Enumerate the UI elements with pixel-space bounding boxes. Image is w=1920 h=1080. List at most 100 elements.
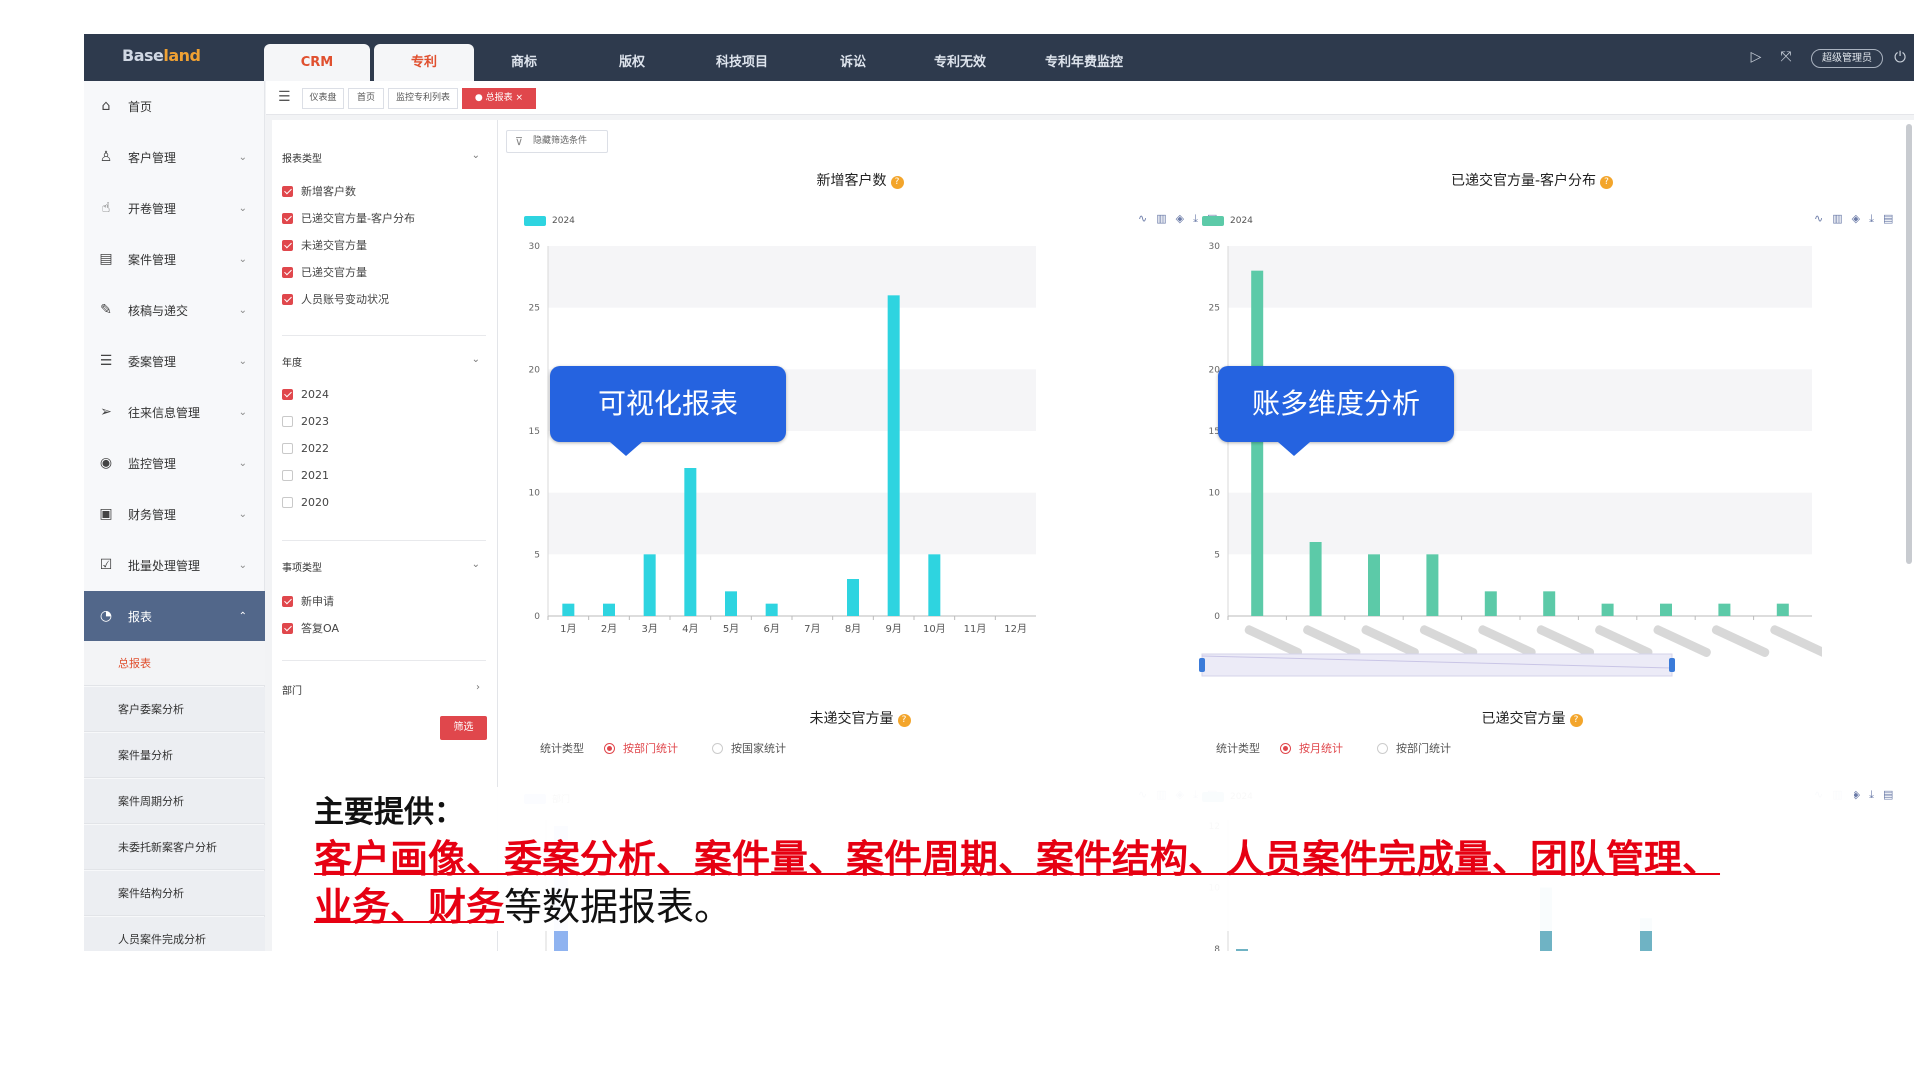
tab-monitor-patent-list[interactable]: 监控专利列表 xyxy=(388,88,458,109)
y-tick-label: 15 xyxy=(529,427,540,437)
sidebar-item-customers[interactable]: ♙ 客户管理 ⌄ xyxy=(84,132,265,182)
filter-year-header[interactable]: 年度 ⌄ xyxy=(282,354,486,369)
bar-chart-icon[interactable]: ▥ xyxy=(1156,212,1175,225)
bar[interactable] xyxy=(1426,554,1439,616)
admin-user-button[interactable]: 超级管理员 xyxy=(1811,49,1883,68)
bar[interactable] xyxy=(847,579,859,616)
sidebar-sub-case-cycle[interactable]: 案件周期分析 xyxy=(84,779,265,824)
bar[interactable] xyxy=(1484,591,1497,616)
sidebar-item-review-submit[interactable]: ✎ 核稿与递交 ⌄ xyxy=(84,285,265,335)
checkbox-year-2022[interactable]: 2022 xyxy=(282,442,329,455)
checkbox-unsubmitted[interactable]: 未递交官方量 xyxy=(282,237,367,253)
bar[interactable] xyxy=(1601,603,1614,616)
fullscreen-icon[interactable]: ⤧ xyxy=(1778,49,1794,65)
top-tab-litigation[interactable]: 诉讼 xyxy=(803,44,903,81)
line-chart-icon[interactable]: ∿ xyxy=(1814,212,1832,225)
play-icon[interactable]: ▷ xyxy=(1748,49,1764,65)
checkbox-submitted-by-customer[interactable]: 已递交官方量-客户分布 xyxy=(282,210,415,226)
sidebar-item-correspondence[interactable]: ➢ 往来信息管理 ⌄ xyxy=(84,387,265,437)
bar-chart-icon[interactable]: ▥ xyxy=(1832,212,1851,225)
chart1-legend[interactable]: 2024 xyxy=(524,216,575,226)
chart1-title: 新增客户数? xyxy=(660,170,1060,190)
filter-department-header[interactable]: 部门 › xyxy=(282,682,486,697)
bar[interactable] xyxy=(765,603,778,616)
bar[interactable] xyxy=(1776,603,1789,616)
menu-toggle-icon[interactable]: ☰ xyxy=(278,89,291,105)
sidebar-sub-total-report[interactable]: 总报表 xyxy=(84,641,265,686)
top-tab-crm[interactable]: CRM xyxy=(264,44,370,81)
hide-filter-button[interactable]: ⊽ 隐藏筛选条件 xyxy=(506,130,608,153)
checkbox-oa-response[interactable]: 答复OA xyxy=(282,620,339,636)
sidebar-item-opening[interactable]: ☝ 开卷管理 ⌄ xyxy=(84,183,265,233)
top-tab-patent-invalidation[interactable]: 专利无效 xyxy=(910,44,1010,81)
sidebar-item-delegation[interactable]: ☰ 委案管理 ⌄ xyxy=(84,336,265,386)
tab-home[interactable]: 首页 xyxy=(348,88,384,109)
bar[interactable] xyxy=(887,295,900,616)
top-tab-annuity-monitor[interactable]: 专利年费监控 xyxy=(1024,44,1144,81)
tab-dashboard[interactable]: 仪表盘 xyxy=(302,88,344,109)
bar[interactable] xyxy=(1718,603,1731,616)
data-view-icon[interactable]: ▤ xyxy=(1883,788,1902,801)
bar[interactable] xyxy=(1251,270,1264,616)
checkbox-year-2023[interactable]: 2023 xyxy=(282,415,329,428)
stack-icon[interactable]: ◈ xyxy=(1176,212,1193,225)
bar[interactable] xyxy=(725,591,737,616)
sidebar-item-batch[interactable]: ☑ 批量处理管理 ⌄ xyxy=(84,540,265,590)
radio-by-department[interactable] xyxy=(1377,742,1388,754)
bar[interactable] xyxy=(928,554,941,616)
radio-by-department[interactable] xyxy=(604,742,615,754)
download-icon[interactable]: ⤓ xyxy=(1869,788,1883,801)
power-icon[interactable]: ⏻ xyxy=(1892,49,1908,65)
stack-icon[interactable]: ◈ xyxy=(1852,212,1869,225)
bar[interactable] xyxy=(1543,591,1556,616)
radio-by-month[interactable] xyxy=(1280,742,1291,754)
bar[interactable] xyxy=(684,468,697,616)
stack-icon[interactable]: ◈ xyxy=(1852,788,1869,801)
sidebar-sub-staff-completion[interactable]: 人员案件完成分析 xyxy=(84,917,265,951)
x-tick-label: 12月 xyxy=(1004,623,1027,635)
bar[interactable] xyxy=(1309,542,1322,616)
bar[interactable] xyxy=(562,603,575,616)
checkbox-year-2021[interactable]: 2021 xyxy=(282,469,329,482)
sidebar-sub-case-structure[interactable]: 案件结构分析 xyxy=(84,871,265,916)
checkbox-new-application[interactable]: 新申请 xyxy=(282,593,334,609)
tab-total-report[interactable]: ● 总报表 × xyxy=(462,88,536,109)
line-chart-icon[interactable]: ∿ xyxy=(1138,212,1156,225)
sidebar-item-cases[interactable]: ▤ 案件管理 ⌄ xyxy=(84,234,265,284)
radio-by-country[interactable] xyxy=(712,742,723,754)
help-icon[interactable]: ? xyxy=(890,176,904,189)
checkbox-submitted[interactable]: 已递交官方量 xyxy=(282,264,367,280)
sidebar-sub-case-volume[interactable]: 案件量分析 xyxy=(84,733,265,778)
data-view-icon[interactable]: ▤ xyxy=(1883,212,1902,225)
filter-matter-type-header[interactable]: 事项类型 ⌄ xyxy=(282,559,486,574)
help-icon[interactable]: ? xyxy=(1600,176,1614,189)
bar[interactable] xyxy=(603,603,615,616)
checkbox-new-customers[interactable]: 新增客户数 xyxy=(282,183,356,199)
sidebar-sub-undelegated-customers[interactable]: 未委托新案客户分析 xyxy=(84,825,265,870)
filter-submit-button[interactable]: 筛选 xyxy=(440,716,487,740)
help-icon[interactable]: ? xyxy=(1569,714,1583,727)
sidebar-item-home[interactable]: ⌂ 首页 xyxy=(84,81,265,131)
download-icon[interactable]: ⤓ xyxy=(1869,212,1883,225)
sidebar-item-finance[interactable]: ▣ 财务管理 ⌄ xyxy=(84,489,265,539)
bar[interactable] xyxy=(643,554,656,616)
top-tab-copyright[interactable]: 版权 xyxy=(582,44,682,81)
bar[interactable] xyxy=(1368,554,1380,616)
chart2-legend[interactable]: 2024 xyxy=(1202,216,1253,226)
vertical-scrollbar[interactable] xyxy=(1906,124,1912,564)
top-tab-trademark[interactable]: 商标 xyxy=(474,44,574,81)
top-tab-patent[interactable]: 专利 xyxy=(374,44,474,81)
bar[interactable] xyxy=(1660,603,1672,616)
filter-report-type-header[interactable]: 报表类型 ⌄ xyxy=(282,150,486,165)
checkbox-account-changes[interactable]: 人员账号变动状况 xyxy=(282,291,389,307)
app-logo[interactable]: Baseland xyxy=(122,46,201,65)
sidebar-item-reports[interactable]: ◔ 报表 ⌃ xyxy=(84,591,265,641)
bar[interactable] xyxy=(1236,949,1248,951)
top-tab-tech-project[interactable]: 科技项目 xyxy=(692,44,792,81)
checkbox-year-2024[interactable]: 2024 xyxy=(282,388,329,401)
sidebar-sub-customer-delegation[interactable]: 客户委案分析 xyxy=(84,687,265,732)
sidebar-item-monitoring[interactable]: ◉ 监控管理 ⌄ xyxy=(84,438,265,488)
checkbox-year-2020[interactable]: 2020 xyxy=(282,496,329,509)
help-icon[interactable]: ? xyxy=(897,714,911,727)
close-icon[interactable]: × xyxy=(513,93,524,103)
